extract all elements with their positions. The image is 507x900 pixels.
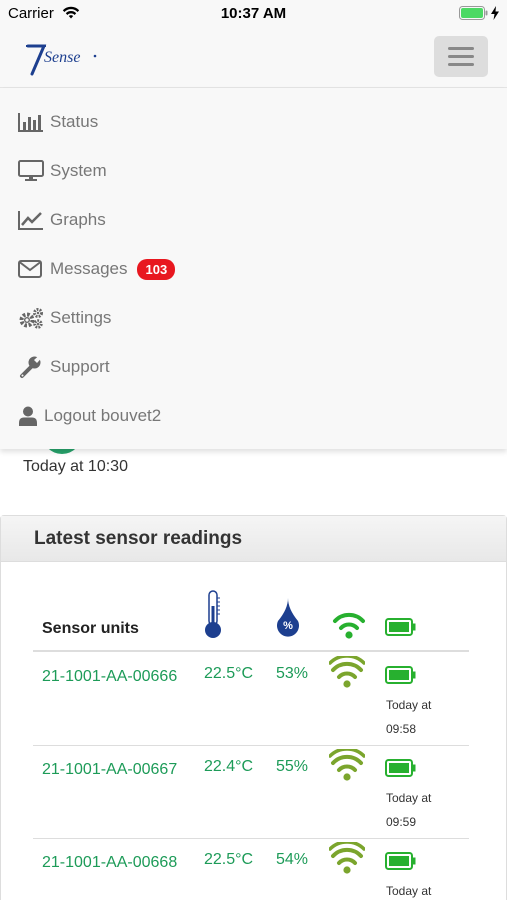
menu-item-system[interactable]: System [18, 156, 107, 186]
menu-toggle-button[interactable] [434, 36, 488, 77]
temperature-value: 22.5°C [204, 665, 254, 682]
menu-item-label: Graphs [50, 210, 106, 229]
line-chart-icon [18, 208, 46, 232]
timestamp-label: Today at [386, 698, 432, 712]
monitor-icon [18, 159, 46, 183]
charging-bolt-icon [491, 6, 499, 20]
hamburger-bar [448, 55, 474, 58]
clock: 10:37 AM [220, 5, 287, 22]
last-update-time: Today at 10:30 [23, 458, 128, 475]
wrench-icon [18, 355, 46, 379]
humidity-drop-icon: % [275, 597, 301, 644]
svg-text:%: % [283, 620, 293, 632]
humidity-value: 53% [276, 665, 309, 682]
nav-menu: Status System Graphs Messages 103 Settin… [0, 88, 507, 449]
menu-item-graphs[interactable]: Graphs [18, 205, 106, 235]
signal-header-icon [331, 608, 367, 645]
menu-item-messages[interactable]: Messages 103 [18, 254, 176, 284]
ios-status-bar: Carrier 10:37 AM [0, 0, 507, 28]
temperature-value: 22.5°C [204, 851, 254, 868]
timestamp-time: 09:59 [386, 815, 417, 829]
menu-item-logout[interactable]: Logout bouvet2 [18, 401, 161, 431]
gears-icon [18, 306, 46, 330]
envelope-icon [18, 257, 46, 281]
svg-text:Sense: Sense [44, 49, 80, 66]
reading-timestamp: Today at 09:58 [386, 693, 466, 741]
signal-strength-icon [328, 747, 366, 788]
sensor-units-header: Sensor units [42, 620, 139, 637]
thermometer-icon [203, 590, 223, 645]
reading-timestamp: Today at 09:59 [386, 786, 466, 834]
table-row[interactable]: 21-1001-AA-00668 22.5°C 54% Today at [33, 838, 469, 900]
hamburger-bar [448, 63, 474, 66]
humidity-value: 54% [276, 851, 309, 868]
menu-item-label: Messages [50, 259, 128, 278]
timestamp-time: 09:58 [386, 722, 417, 736]
signal-strength-icon [328, 654, 366, 695]
panel-title: Latest sensor readings [1, 516, 506, 562]
user-icon [18, 404, 40, 428]
table-row[interactable]: 21-1001-AA-00666 22.5°C 53% Today at 09:… [33, 652, 469, 746]
menu-item-support[interactable]: Support [18, 352, 110, 382]
battery-level-icon [385, 666, 417, 689]
sensor-unit-link[interactable]: 21-1001-AA-00666 [42, 664, 192, 689]
battery-level-icon [385, 852, 417, 875]
menu-item-label: Status [50, 112, 99, 131]
brand-logo[interactable]: Sense [22, 42, 100, 83]
humidity-value: 55% [276, 758, 309, 775]
top-navbar: Sense [0, 28, 507, 88]
menu-item-label: Settings [50, 308, 112, 327]
table-row[interactable]: 21-1001-AA-00667 22.4°C 55% Today at 09:… [33, 745, 469, 839]
messages-count-badge: 103 [137, 258, 176, 280]
battery-level-icon [385, 759, 417, 782]
menu-item-settings[interactable]: Settings [18, 303, 111, 333]
menu-item-status[interactable]: Status [18, 107, 98, 137]
sensor-unit-link[interactable]: 21-1001-AA-00667 [42, 757, 192, 782]
temperature-value: 22.4°C [204, 758, 254, 775]
timestamp-label: Today at [386, 884, 432, 898]
timestamp-label: Today at [386, 791, 432, 805]
battery-header-icon [385, 618, 417, 641]
signal-strength-icon [328, 840, 366, 881]
bar-chart-icon [18, 110, 46, 134]
hamburger-bar [448, 47, 474, 50]
battery-status-icon [459, 6, 499, 20]
reading-timestamp: Today at [386, 879, 466, 900]
sensor-unit-link[interactable]: 21-1001-AA-00668 [42, 850, 192, 875]
menu-item-label: Logout bouvet2 [44, 406, 162, 425]
menu-item-label: System [50, 161, 107, 180]
menu-item-label: Support [50, 357, 110, 376]
